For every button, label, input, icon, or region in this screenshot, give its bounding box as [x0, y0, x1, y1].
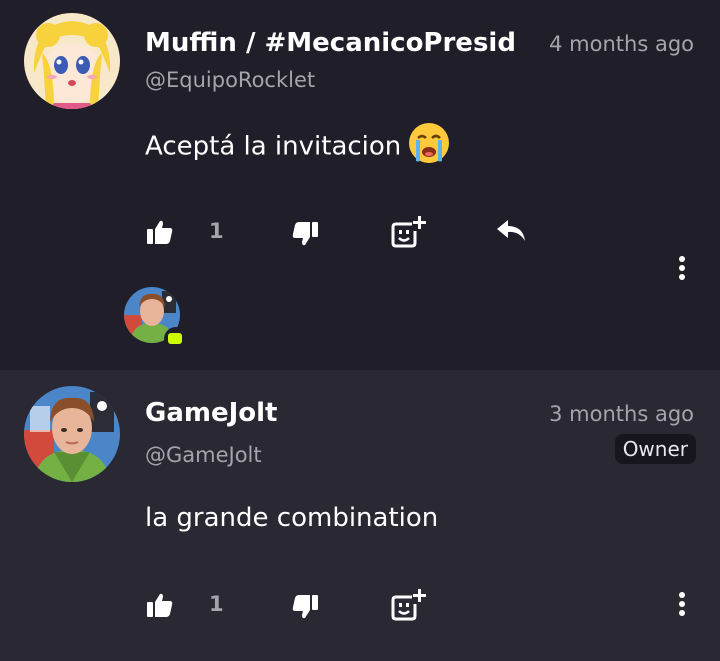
like-icon — [147, 220, 173, 244]
dislike-button[interactable] — [291, 594, 319, 620]
author-avatar[interactable] — [24, 13, 120, 109]
add-reaction-icon — [391, 589, 426, 621]
add-reaction-button[interactable] — [390, 588, 426, 622]
dislike-button[interactable] — [291, 221, 319, 247]
like-button[interactable] — [146, 592, 174, 618]
like-count[interactable]: 1 — [209, 592, 224, 616]
author-name[interactable]: Muffin / #MecanicoPresidente — [145, 28, 517, 58]
dislike-icon — [292, 222, 318, 246]
author-handle[interactable]: @EquipoRocklet — [145, 68, 315, 92]
owner-badge: Owner — [614, 434, 696, 464]
like-count[interactable]: 1 — [209, 219, 224, 243]
comment-time[interactable]: 3 months ago — [549, 402, 694, 426]
author-avatar[interactable] — [24, 386, 120, 482]
more-options-button[interactable] — [678, 592, 686, 616]
author-handle[interactable]: @GameJolt — [145, 443, 262, 467]
reply-badge-icon — [164, 327, 188, 351]
more-options-button[interactable] — [678, 256, 686, 280]
author-name[interactable]: GameJolt — [145, 398, 278, 428]
comment-text: la grande combination — [145, 503, 439, 533]
add-reaction-icon — [391, 216, 426, 248]
loudly-crying-face-emoji — [407, 121, 451, 165]
reply-icon — [497, 220, 525, 241]
comment-item: Muffin / #MecanicoPresidente 4 months ag… — [0, 0, 720, 370]
comment-item: GameJolt 3 months ago @GameJolt Owner la… — [0, 370, 720, 661]
comment-text: Aceptá la invitacion — [145, 123, 451, 165]
add-reaction-button[interactable] — [390, 215, 426, 249]
like-icon — [147, 593, 173, 617]
reply-button[interactable] — [496, 219, 526, 243]
comment-text-content: Aceptá la invitacion — [145, 131, 402, 162]
dislike-icon — [292, 595, 318, 619]
like-button[interactable] — [146, 219, 174, 245]
comment-time[interactable]: 4 months ago — [549, 32, 694, 56]
